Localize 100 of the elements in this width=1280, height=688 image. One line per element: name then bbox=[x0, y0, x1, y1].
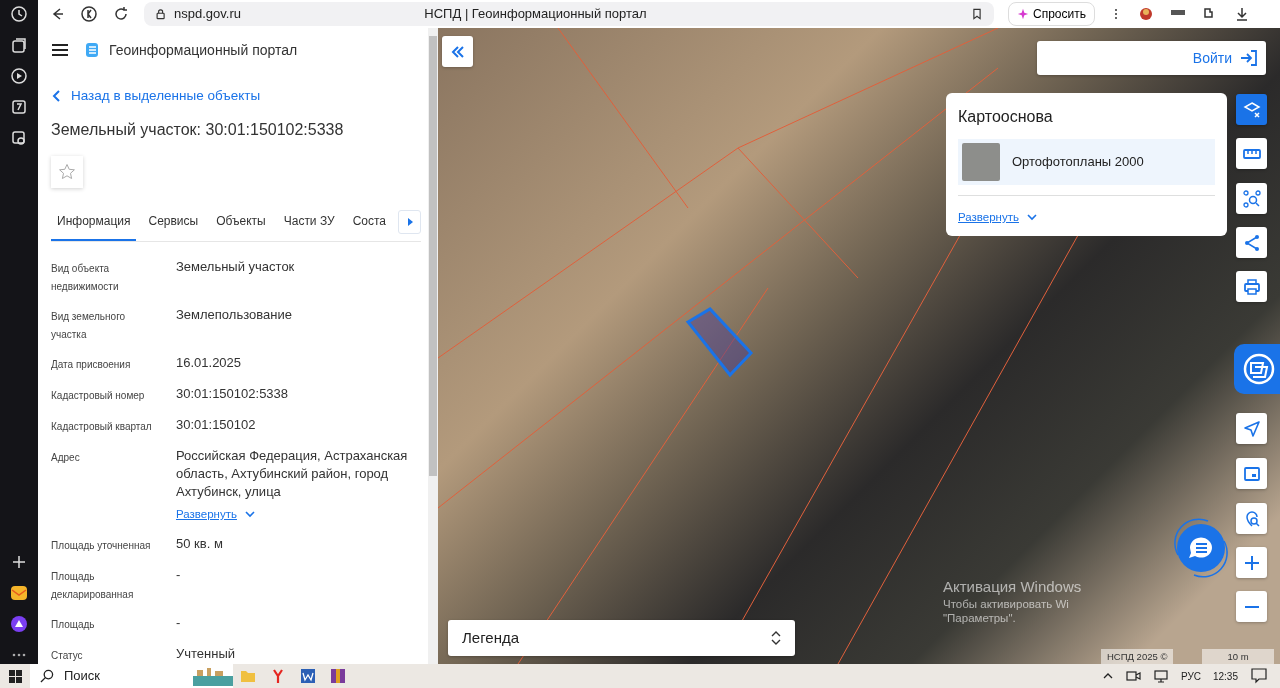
back-link[interactable]: Назад в выделенные объекты bbox=[51, 86, 261, 107]
legend-dropdown[interactable]: Легенда bbox=[448, 620, 795, 656]
field-label: Площадь уточненная bbox=[51, 539, 152, 554]
portal-logo-icon bbox=[83, 41, 101, 59]
caret-right-icon bbox=[405, 216, 414, 227]
windows-icon bbox=[7, 668, 23, 684]
sparkle-icon bbox=[1017, 8, 1029, 20]
ask-button[interactable]: Спросить bbox=[1008, 2, 1095, 26]
map-tool-button[interactable] bbox=[1236, 227, 1267, 258]
notifications-icon[interactable] bbox=[1250, 667, 1268, 685]
area-select-icon bbox=[1242, 189, 1261, 208]
chevron-down-icon bbox=[1026, 214, 1037, 222]
map-tool-button[interactable] bbox=[1236, 547, 1267, 578]
page-title: НСПД | Геоинформационный портал bbox=[423, 5, 648, 24]
tab[interactable]: Объекты bbox=[210, 202, 272, 242]
activation-notice-title: Активация Windows bbox=[943, 578, 1082, 597]
parcel-outline bbox=[685, 307, 755, 379]
map-tool-button[interactable] bbox=[1236, 503, 1267, 534]
field-label: Площадь bbox=[51, 618, 96, 633]
map-tool-button[interactable] bbox=[1236, 458, 1267, 489]
updown-chevron-icon bbox=[771, 631, 781, 645]
basemap-option[interactable]: Ортофотопланы 2000 bbox=[958, 139, 1215, 185]
tab[interactable]: Части ЗУ bbox=[277, 202, 341, 242]
mail-icon[interactable] bbox=[10, 584, 28, 602]
field-label: Площадь декларированная bbox=[51, 570, 135, 603]
print-icon bbox=[1242, 277, 1261, 296]
chevron-up-icon[interactable] bbox=[1102, 672, 1113, 680]
tab[interactable]: Соста bbox=[346, 202, 393, 242]
map-tool-button[interactable] bbox=[1236, 591, 1267, 622]
archive-icon[interactable] bbox=[329, 667, 347, 685]
expand-link[interactable]: Развернуть bbox=[176, 506, 255, 524]
collections-icon[interactable] bbox=[10, 36, 28, 54]
menu-icon[interactable] bbox=[51, 42, 69, 58]
field-value: Российская Федерация, Астраханская область, Ахтубинский район, город Ахтубинск, улица bbox=[176, 447, 409, 502]
reload-icon[interactable] bbox=[112, 5, 130, 23]
orthophoto-thumbnail bbox=[962, 143, 1000, 181]
network-icon[interactable] bbox=[1152, 668, 1169, 684]
login-button[interactable]: Войти bbox=[1037, 41, 1266, 75]
portal-title: Геоинформационный портал bbox=[109, 40, 298, 60]
collapse-panel-button[interactable] bbox=[442, 36, 473, 67]
search-icon bbox=[40, 669, 54, 683]
bookmark-icon[interactable] bbox=[970, 7, 984, 21]
double-chevron-left-icon bbox=[450, 44, 465, 59]
screenshot-icon[interactable] bbox=[10, 129, 28, 147]
zoom-out-icon bbox=[1244, 605, 1259, 608]
clock[interactable]: 12:35 bbox=[1212, 668, 1238, 684]
taskbar-search-field[interactable]: Поиск bbox=[30, 664, 233, 688]
address-bar[interactable]: nspd.gov.ru НСПД | Геоинформационный портал bbox=[144, 2, 994, 26]
field-value: 30:01:150102:5338 bbox=[176, 385, 290, 404]
navigation-arrow-icon bbox=[1242, 419, 1261, 438]
field-value: Землепользование bbox=[176, 306, 293, 325]
map-tool-button[interactable] bbox=[1236, 138, 1267, 169]
scale-bar: 10 m bbox=[1202, 649, 1274, 664]
map-tool-button[interactable] bbox=[1236, 94, 1267, 125]
map-tool-button[interactable] bbox=[1236, 413, 1267, 444]
video-icon[interactable] bbox=[10, 67, 28, 85]
activation-notice-text: "Параметры". bbox=[943, 611, 1017, 626]
field-label: Кадастровый квартал bbox=[51, 420, 153, 435]
feedback-tab[interactable] bbox=[1234, 344, 1280, 394]
field-label: Дата присвоения bbox=[51, 358, 132, 373]
search-placeholder: Поиск bbox=[64, 667, 101, 686]
activation-notice-text: Чтобы активировать Wi bbox=[943, 596, 1070, 612]
tab[interactable]: Информация bbox=[51, 202, 137, 242]
yandex-icon[interactable] bbox=[80, 5, 98, 23]
field-label: Кадастровый номер bbox=[51, 389, 146, 404]
field-value: 16.01.2025 bbox=[176, 354, 243, 373]
city-illustration bbox=[193, 666, 233, 686]
assistant-icon[interactable] bbox=[10, 615, 28, 633]
address-text: nspd.gov.ru bbox=[174, 5, 241, 24]
field-value: - bbox=[176, 566, 182, 585]
tab[interactable]: Сервисы bbox=[142, 202, 205, 242]
field-label: Вид земельного участка bbox=[51, 310, 127, 343]
plus-icon[interactable] bbox=[10, 553, 28, 571]
basemap-title: Картооснова bbox=[958, 107, 1054, 127]
scrollbar[interactable] bbox=[428, 28, 438, 664]
word-icon[interactable] bbox=[299, 667, 317, 685]
field-label: Адрес bbox=[51, 451, 81, 466]
field-value: Учтенный bbox=[176, 645, 237, 664]
field-value: Земельный участок bbox=[176, 258, 296, 277]
document-chat-icon bbox=[1243, 353, 1275, 385]
field-label: Статус bbox=[51, 649, 84, 664]
expand-link[interactable]: Развернуть bbox=[958, 209, 1037, 227]
chevron-left-icon bbox=[51, 89, 61, 104]
object-heading: Земельный участок: 30:01:150102:5338 bbox=[51, 120, 345, 141]
language-indicator[interactable]: РУС bbox=[1180, 668, 1201, 684]
history-icon[interactable] bbox=[10, 5, 28, 23]
map-attribution: НСПД 2025 © bbox=[1101, 649, 1174, 664]
calendar-icon[interactable] bbox=[10, 98, 28, 116]
map-tool-button[interactable] bbox=[1236, 183, 1267, 214]
legend-label: Легенда bbox=[462, 627, 520, 648]
zoom-in-icon bbox=[1242, 553, 1261, 572]
field-value: 50 кв. м bbox=[176, 535, 224, 554]
star-icon bbox=[58, 163, 76, 182]
chevron-down-icon bbox=[244, 511, 255, 519]
minimap-icon bbox=[1242, 464, 1261, 483]
meet-icon[interactable] bbox=[1124, 668, 1141, 684]
map-tool-button[interactable] bbox=[1236, 271, 1267, 302]
tabs-scroll-button[interactable] bbox=[398, 209, 421, 234]
layers-icon bbox=[1242, 100, 1261, 119]
field-value: - bbox=[176, 614, 182, 633]
